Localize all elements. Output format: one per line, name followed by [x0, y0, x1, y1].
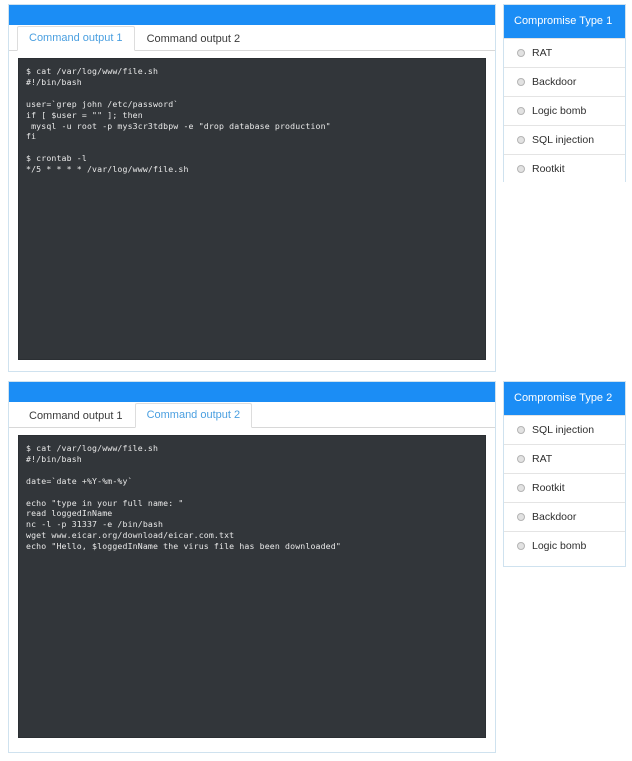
compromise-1-option-label: Backdoor	[532, 76, 577, 88]
compromise-2-option-rootkit[interactable]: Rootkit	[504, 473, 625, 502]
radio-button-icon[interactable]	[517, 107, 525, 115]
compromise-type-2-panel: Compromise Type 2 SQL injection RAT Root…	[503, 381, 626, 567]
tab-command-output-1-panel-1[interactable]: Command output 1	[17, 26, 135, 51]
radio-button-icon[interactable]	[517, 136, 525, 144]
radio-button-icon[interactable]	[517, 542, 525, 550]
compromise-2-option-rat[interactable]: RAT	[504, 444, 625, 473]
radio-button-icon[interactable]	[517, 165, 525, 173]
terminal-output-1-text: $ cat /var/log/www/file.sh #!/bin/bash u…	[26, 66, 331, 175]
compromise-1-option-logic-bomb[interactable]: Logic bomb	[504, 96, 625, 125]
radio-button-icon[interactable]	[517, 49, 525, 57]
command-output-panel-2: Command output 1 Command output 2 $ cat …	[8, 381, 496, 753]
compromise-1-option-label: SQL injection	[532, 134, 595, 146]
compromise-2-option-sql-injection[interactable]: SQL injection	[504, 415, 625, 444]
terminal-output-2[interactable]: $ cat /var/log/www/file.sh #!/bin/bash d…	[18, 435, 486, 738]
compromise-1-option-rat[interactable]: RAT	[504, 38, 625, 67]
panel-2-tab-strip: Command output 1 Command output 2	[9, 402, 495, 428]
terminal-output-2-text: $ cat /var/log/www/file.sh #!/bin/bash d…	[26, 443, 341, 552]
compromise-2-option-label: Logic bomb	[532, 540, 587, 552]
panel-2-header-bar	[9, 382, 495, 402]
compromise-2-option-label: RAT	[532, 453, 553, 465]
compromise-2-option-logic-bomb[interactable]: Logic bomb	[504, 531, 625, 560]
command-output-panel-1: Command output 1 Command output 2 $ cat …	[8, 4, 496, 372]
compromise-2-option-label: SQL injection	[532, 424, 595, 436]
compromise-2-option-label: Backdoor	[532, 511, 577, 523]
compromise-1-option-label: RAT	[532, 47, 553, 59]
panel-1-tab-strip: Command output 1 Command output 2	[9, 25, 495, 51]
radio-button-icon[interactable]	[517, 484, 525, 492]
radio-button-icon[interactable]	[517, 426, 525, 434]
compromise-2-option-backdoor[interactable]: Backdoor	[504, 502, 625, 531]
compromise-type-1-title: Compromise Type 1	[504, 5, 625, 38]
compromise-1-option-label: Logic bomb	[532, 105, 587, 117]
terminal-output-1[interactable]: $ cat /var/log/www/file.sh #!/bin/bash u…	[18, 58, 486, 360]
compromise-1-option-rootkit[interactable]: Rootkit	[504, 154, 625, 183]
compromise-type-1-panel: Compromise Type 1 RAT Backdoor Logic bom…	[503, 4, 626, 183]
radio-button-icon[interactable]	[517, 455, 525, 463]
compromise-2-option-label: Rootkit	[532, 482, 565, 494]
radio-button-icon[interactable]	[517, 78, 525, 86]
compromise-1-option-label: Rootkit	[532, 163, 565, 175]
tab-command-output-2-panel-2[interactable]: Command output 2	[134, 403, 253, 428]
compromise-1-option-backdoor[interactable]: Backdoor	[504, 67, 625, 96]
compromise-1-option-sql-injection[interactable]: SQL injection	[504, 125, 625, 154]
compromise-type-2-title: Compromise Type 2	[504, 382, 625, 415]
tab-command-output-2-panel-1[interactable]: Command output 2	[135, 27, 253, 51]
page-root: Command output 1 Command output 2 $ cat …	[0, 0, 632, 761]
tab-command-output-1-panel-2[interactable]: Command output 1	[17, 404, 135, 428]
radio-button-icon[interactable]	[517, 513, 525, 521]
panel-1-header-bar	[9, 5, 495, 25]
